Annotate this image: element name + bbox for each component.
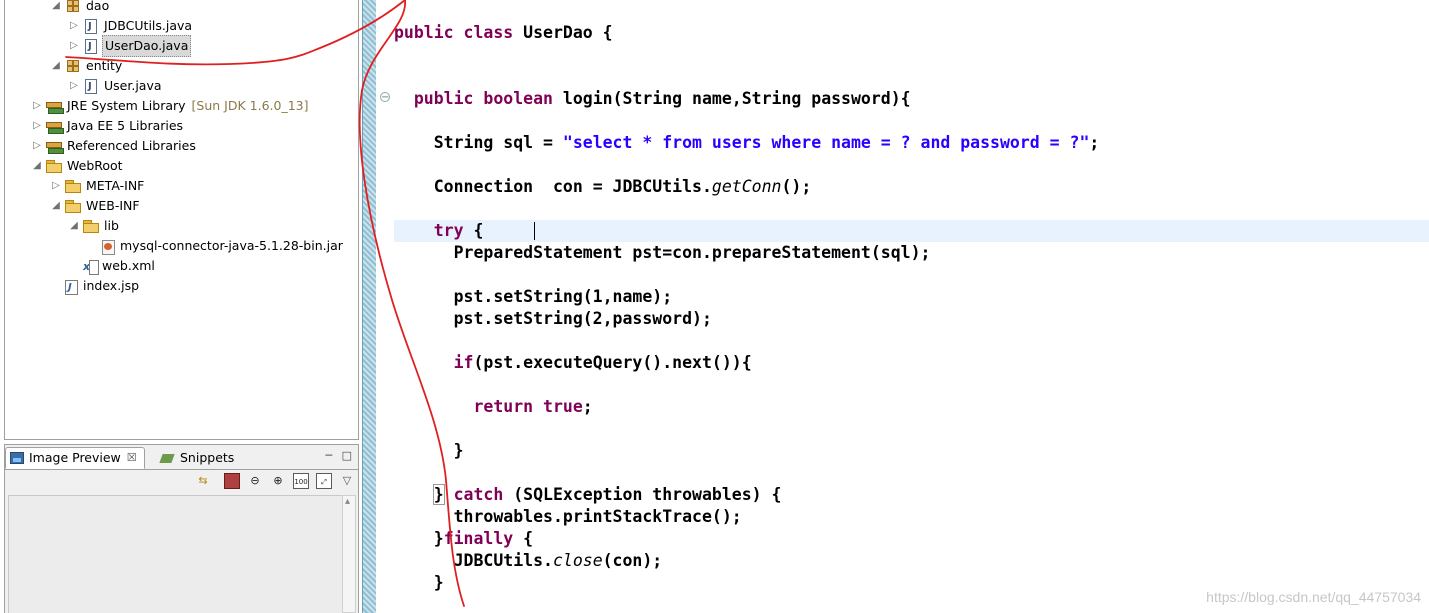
expand-arrow-icon[interactable]: ▷ (67, 36, 81, 56)
preview-toolbar: ⇆ ⊖ ⊕ 100 ⤢ ▽ (5, 470, 358, 492)
code-line-16[interactable]: } (394, 572, 444, 594)
preview-scrollbar[interactable] (342, 495, 356, 613)
collapse-arrow-icon[interactable]: ◢ (49, 196, 63, 216)
zoom-in-icon[interactable]: ⊕ (270, 473, 286, 489)
expand-arrow-icon[interactable]: ▷ (49, 176, 63, 196)
java-file-icon (85, 77, 97, 97)
java-file-icon (85, 37, 97, 57)
tree-item-referenced-libraries[interactable]: ▷ Referenced Libraries (30, 136, 198, 156)
expand-arrow-icon[interactable]: ▷ (30, 116, 44, 136)
zoom-out-icon[interactable]: ⊖ (247, 473, 263, 489)
folder-icon (83, 220, 99, 233)
code-line-13[interactable]: throwables.printStackTrace(); (394, 506, 742, 528)
tree-item-jre-library[interactable]: ▷ JRE System Library [Sun JDK 1.6.0_13] (30, 96, 309, 116)
close-tab-icon[interactable]: ☒ (127, 447, 137, 469)
folder-icon (65, 200, 81, 213)
package-icon (67, 0, 79, 12)
library-icon (46, 119, 64, 134)
tree-item-dao[interactable]: ◢ dao (49, 0, 111, 16)
xml-file-icon (83, 257, 99, 277)
tab-snippets[interactable]: Snippets (157, 447, 240, 469)
link-icon[interactable]: ⇆ (195, 473, 211, 489)
collapse-arrow-icon[interactable]: ◢ (67, 216, 81, 236)
package-explorer[interactable]: ◢ dao ▷ JDBCUtils.java ▷ UserDao.java ◢ … (4, 0, 359, 440)
jdk-version-decoration: [Sun JDK 1.6.0_13] (191, 98, 309, 113)
tree-item-index-jsp[interactable]: index.jsp (62, 276, 141, 298)
tree-item-user[interactable]: ▷ User.java (67, 76, 164, 97)
editor-left-ruler (362, 0, 376, 613)
library-icon (46, 99, 64, 114)
code-line-6[interactable]: PreparedStatement pst=con.prepareStateme… (394, 242, 931, 264)
code-line-15[interactable]: JDBCUtils.close(con); (394, 550, 663, 572)
code-line-2[interactable]: public boolean login(String name,String … (394, 88, 911, 110)
snippets-icon (161, 452, 175, 464)
code-line-4[interactable]: Connection con = JDBCUtils.getConn(); (394, 176, 812, 198)
tree-item-javaee-libraries[interactable]: ▷ Java EE 5 Libraries (30, 116, 185, 136)
java-editor[interactable]: − public class UserDao { public boolean … (376, 0, 1429, 613)
tree-item-jdbcutils[interactable]: ▷ JDBCUtils.java (67, 16, 194, 37)
expand-arrow-icon[interactable]: ▷ (67, 76, 81, 96)
tree-item-web-inf[interactable]: ◢ WEB-INF (49, 196, 142, 216)
image-preview-panel: Image Preview ☒ Snippets ─ □ ⇆ ⊖ ⊕ 100 ⤢… (4, 444, 359, 613)
tree-item-web-xml[interactable]: web.xml (81, 256, 157, 277)
tree-item-entity[interactable]: ◢ entity (49, 56, 124, 76)
folder-icon (65, 180, 81, 193)
current-line-highlight (394, 220, 1429, 242)
collapse-arrow-icon[interactable]: ◢ (49, 56, 63, 76)
code-line-11[interactable]: } (394, 440, 464, 462)
code-line-12[interactable]: } catch (SQLException throwables) { (394, 484, 781, 506)
preview-canvas (8, 495, 344, 613)
code-line-1[interactable]: public class UserDao { (394, 22, 613, 44)
text-caret (534, 222, 535, 240)
package-icon (67, 60, 79, 72)
jsp-file-icon (64, 278, 78, 298)
code-line-5[interactable]: try { (394, 220, 484, 242)
collapse-arrow-icon[interactable]: ◢ (30, 156, 44, 176)
collapse-arrow-icon[interactable]: ◢ (49, 0, 63, 16)
code-line-8[interactable]: pst.setString(2,password); (394, 308, 712, 330)
folder-icon (46, 160, 62, 173)
image-preview-icon (10, 452, 24, 464)
tree-item-mysql-jar[interactable]: mysql-connector-java-5.1.28-bin.jar (99, 236, 345, 256)
tab-image-preview[interactable]: Image Preview ☒ (5, 447, 145, 469)
code-line-3[interactable]: String sql = "select * from users where … (394, 132, 1100, 154)
fit-window-icon[interactable]: ⤢ (316, 473, 332, 489)
code-line-14[interactable]: }finally { (394, 528, 533, 550)
minimize-icon[interactable]: ─ (325, 449, 332, 462)
watermark-text: https://blog.csdn.net/qq_44757034 (1206, 589, 1421, 605)
maximize-icon[interactable]: □ (342, 449, 352, 462)
java-file-icon (85, 17, 97, 37)
library-icon (46, 139, 64, 154)
fold-collapse-icon[interactable]: − (380, 92, 390, 103)
expand-arrow-icon[interactable]: ▷ (30, 96, 44, 116)
code-line-10[interactable]: return true; (394, 396, 592, 418)
code-line-9[interactable]: if(pst.executeQuery().next()){ (394, 352, 752, 374)
code-line-7[interactable]: pst.setString(1,name); (394, 286, 673, 308)
expand-arrow-icon[interactable]: ▷ (67, 16, 81, 36)
panel-tab-bar: Image Preview ☒ Snippets ─ □ (5, 445, 358, 470)
jar-file-icon (101, 239, 115, 255)
tree-item-webroot[interactable]: ◢ WebRoot (30, 156, 125, 176)
view-menu-icon[interactable]: ▽ (339, 473, 355, 489)
tree-item-meta-inf[interactable]: ▷ META-INF (49, 176, 146, 196)
fit-image-icon[interactable] (224, 473, 240, 489)
left-pane: ◢ dao ▷ JDBCUtils.java ▷ UserDao.java ◢ … (0, 0, 362, 613)
actual-size-icon[interactable]: 100 (293, 473, 309, 489)
tree-item-lib[interactable]: ◢ lib (67, 216, 121, 236)
tree-item-userdao[interactable]: ▷ UserDao.java (67, 35, 192, 57)
expand-arrow-icon[interactable]: ▷ (30, 136, 44, 156)
